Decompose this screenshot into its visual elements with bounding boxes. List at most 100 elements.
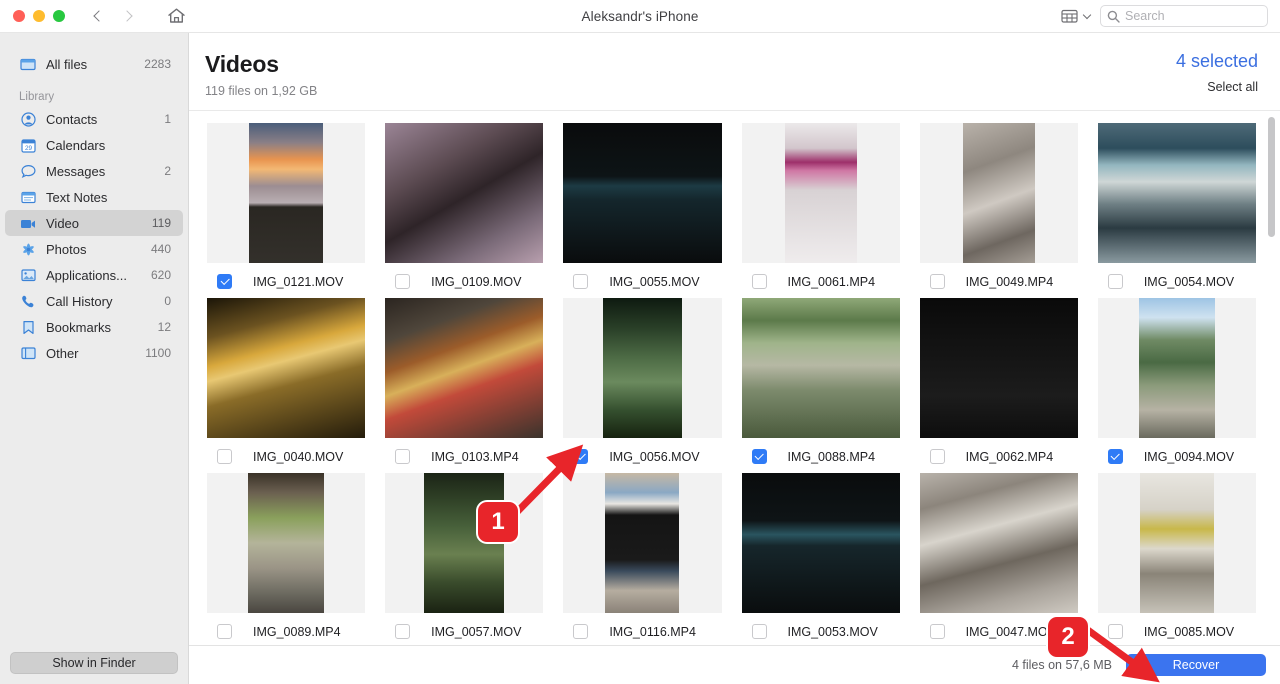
select-all-button[interactable]: Select all [1176, 80, 1258, 94]
file-thumbnail[interactable] [741, 473, 900, 613]
file-checkbox[interactable] [395, 274, 411, 289]
forward-button[interactable] [115, 4, 139, 28]
sidebar-item-count: 119 [151, 216, 171, 230]
file-thumbnail[interactable] [919, 123, 1078, 263]
file-checkbox[interactable] [395, 624, 411, 639]
file-tile[interactable]: IMG_0055.MOV [563, 123, 722, 298]
file-tile[interactable]: IMG_0103.MP4 [385, 298, 544, 473]
view-mode-button[interactable] [1061, 9, 1092, 23]
file-thumbnail[interactable] [741, 123, 900, 263]
back-button[interactable] [87, 4, 111, 28]
search-input[interactable]: Search [1100, 5, 1268, 27]
file-tile[interactable]: IMG_0056.MOV [563, 298, 722, 473]
file-thumbnail[interactable] [563, 123, 722, 263]
file-caption: IMG_0055.MOV [563, 274, 721, 289]
file-caption: IMG_0088.MP4 [742, 449, 900, 464]
file-tile[interactable]: IMG_0094.MOV [1097, 298, 1256, 473]
sidebar-item-label: Bookmarks [46, 319, 112, 335]
maximize-window-button[interactable] [53, 10, 65, 22]
file-tile[interactable]: IMG_0049.MP4 [919, 123, 1078, 298]
file-tile[interactable]: IMG_0109.MOV [385, 123, 544, 298]
file-thumbnail[interactable] [385, 473, 544, 613]
file-tile[interactable]: IMG_0121.MOV [207, 123, 366, 298]
minimize-window-button[interactable] [33, 10, 45, 22]
file-thumbnail[interactable] [1097, 123, 1256, 263]
file-thumbnail[interactable] [385, 298, 544, 438]
file-thumbnail[interactable] [1097, 473, 1256, 613]
sidebar-item-bookmarks[interactable]: Bookmarks 12 [5, 314, 183, 340]
file-checkbox[interactable] [929, 624, 945, 639]
sidebar-item-messages[interactable]: Messages 2 [5, 158, 183, 184]
content-header-left: Videos 119 files on 1,92 GB [205, 51, 317, 98]
sidebar-item-count: 440 [150, 242, 171, 256]
file-checkbox[interactable] [395, 449, 411, 464]
sidebar-section-library: Library [19, 91, 55, 103]
file-thumbnail[interactable] [741, 298, 900, 438]
sidebar-item-all-files[interactable]: All files 2283 [5, 51, 183, 77]
file-tile[interactable]: IMG_0061.MP4 [741, 123, 900, 298]
file-tile[interactable]: IMG_0089.MP4 [207, 473, 366, 645]
file-checkbox[interactable] [573, 274, 589, 289]
file-tile[interactable]: IMG_0053.MOV [741, 473, 900, 645]
file-checkbox[interactable] [929, 274, 945, 289]
file-checkbox[interactable] [573, 449, 589, 464]
sidebar-item-text-notes[interactable]: Text Notes [5, 184, 183, 210]
home-button[interactable] [163, 3, 189, 29]
file-thumbnail[interactable] [563, 298, 722, 438]
file-tile[interactable]: IMG_0085.MOV [1097, 473, 1256, 645]
file-thumbnail[interactable] [919, 473, 1078, 613]
sidebar-item-label: Calendars [46, 137, 106, 153]
content-header: Videos 119 files on 1,92 GB 4 selected S… [189, 33, 1280, 111]
close-window-button[interactable] [13, 10, 25, 22]
page-title: Videos [205, 51, 279, 77]
sidebar-item-call-history[interactable]: Call History 0 [5, 288, 183, 314]
sidebar: All files 2283 Library Contacts 1 29 Cal… [0, 33, 189, 684]
file-checkbox[interactable] [217, 274, 232, 289]
file-tile[interactable]: IMG_0054.MOV [1097, 123, 1256, 298]
file-thumbnail[interactable] [207, 298, 366, 438]
file-checkbox[interactable] [751, 274, 767, 289]
file-tile[interactable]: IMG_0057.MOV [385, 473, 544, 645]
file-tile[interactable]: IMG_0047.MOV [919, 473, 1078, 645]
file-thumbnail[interactable] [919, 298, 1078, 438]
file-tile[interactable]: IMG_0062.MP4 [919, 298, 1078, 473]
file-checkbox[interactable] [751, 624, 767, 639]
file-caption: IMG_0085.MOV [1098, 624, 1256, 639]
sidebar-item-contacts[interactable]: Contacts 1 [5, 106, 183, 132]
file-tile[interactable]: IMG_0040.MOV [207, 298, 366, 473]
recover-button[interactable]: Recover [1126, 654, 1266, 676]
file-checkbox[interactable] [217, 449, 232, 464]
sidebar-item-applications[interactable]: Applications... 620 [5, 262, 183, 288]
sidebar-item-photos[interactable]: Photos 440 [5, 236, 183, 262]
title-bar: Aleksandr's iPhone Search [0, 0, 1280, 33]
vertical-scrollbar[interactable] [1268, 117, 1275, 237]
file-checkbox[interactable] [751, 449, 767, 464]
file-thumbnail[interactable] [385, 123, 544, 263]
sidebar-item-calendars[interactable]: 29 Calendars [5, 132, 183, 158]
check-icon [576, 451, 586, 460]
file-checkbox[interactable] [573, 624, 589, 639]
file-thumbnail[interactable] [207, 473, 366, 613]
show-in-finder-button[interactable]: Show in Finder [10, 652, 178, 674]
file-checkbox[interactable] [1107, 449, 1123, 464]
file-checkbox[interactable] [217, 624, 232, 639]
file-checkbox[interactable] [1107, 624, 1123, 639]
file-tile[interactable]: IMG_0116.MP4 [563, 473, 722, 645]
file-name: IMG_0049.MP4 [965, 274, 1054, 289]
selected-count-label: 4 selected [1175, 51, 1258, 71]
selection-status: 4 files on 57,6 MB [1011, 658, 1112, 672]
home-icon [167, 8, 185, 23]
file-thumbnail[interactable] [1097, 298, 1256, 438]
file-tile[interactable]: IMG_0088.MP4 [741, 298, 900, 473]
sidebar-item-other[interactable]: Other 1100 [5, 340, 183, 366]
file-checkbox[interactable] [1107, 274, 1123, 289]
file-checkbox[interactable] [929, 449, 945, 464]
thumbnail-image [563, 123, 722, 263]
sidebar-item-label: Other [46, 345, 79, 361]
thumbnail-image [1097, 123, 1256, 263]
file-thumbnail[interactable] [563, 473, 722, 613]
file-caption: IMG_0053.MOV [742, 624, 900, 639]
file-thumbnail[interactable] [207, 123, 366, 263]
sidebar-item-video[interactable]: Video 119 [5, 210, 183, 236]
file-name: IMG_0103.MP4 [431, 449, 519, 464]
